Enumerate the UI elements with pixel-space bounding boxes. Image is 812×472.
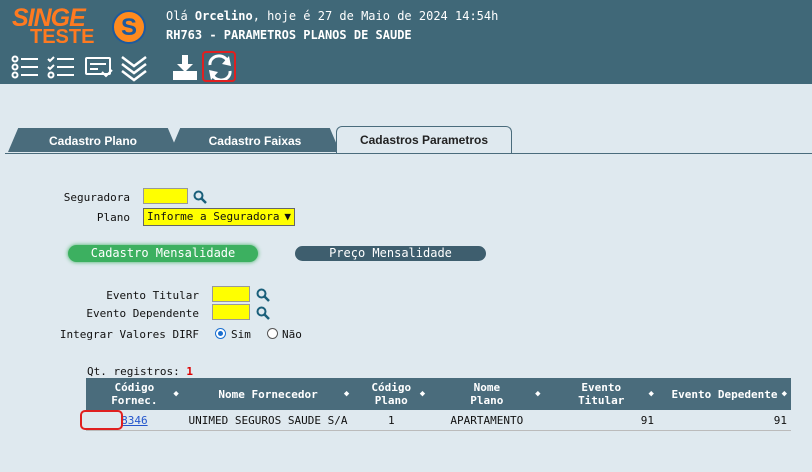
radio-sim-label: Sim (231, 328, 251, 341)
evento-dependente-cell: 91 (657, 410, 791, 431)
tab-cadastros-parametros[interactable]: Cadastros Parametros (336, 126, 512, 154)
radio-nao-label: Não (282, 328, 302, 341)
cadastro-mensalidade-button[interactable]: Cadastro Mensalidade (68, 245, 258, 262)
cod-plano-cell: 1 (353, 410, 430, 431)
evento-titular-input[interactable] (212, 286, 250, 302)
user-name: Orcelino (194, 9, 253, 23)
page-title: RH763 - PARAMETROS PLANOS DE SAUDE (166, 28, 412, 42)
evento-titular-cell: 91 (544, 410, 658, 431)
greeting: Olá Orcelino, hoje é 27 de Maio de 2024 … (166, 9, 499, 23)
tab-cadastro-faixas[interactable]: Cadastro Faixas (170, 128, 340, 152)
sort-icon: ◆ (535, 389, 541, 399)
nome-plano-cell: APARTAMENTO (429, 410, 545, 431)
evento-titular-label: Evento Titular (106, 289, 199, 302)
search-icon[interactable] (256, 306, 270, 320)
search-icon[interactable] (193, 190, 207, 204)
seguradora-label: Seguradora (63, 191, 130, 204)
chevron-down-icon: ▼ (284, 210, 291, 223)
cod-fornec-link[interactable]: 8346 (121, 414, 148, 427)
preco-mensalidade-button[interactable]: Preço Mensalidade (295, 246, 486, 261)
card-icon[interactable] (84, 53, 114, 83)
search-icon[interactable] (256, 288, 270, 302)
sort-icon: ◆ (343, 389, 350, 399)
column-header[interactable]: Evento Depedente ◆ (657, 378, 791, 410)
column-header[interactable]: Evento Titular ◆ (544, 378, 658, 410)
nome-fornecedor-cell: UNIMED SEGUROS SAUDE S/A (182, 410, 354, 431)
logo-mark-icon: S (112, 10, 146, 44)
record-count: Qt. registros: 1 (87, 365, 193, 378)
plano-label: Plano (96, 211, 130, 224)
radio-nao[interactable] (267, 328, 278, 339)
chevrons-down-icon[interactable] (119, 53, 149, 83)
integrar-dirf-label: Integrar Valores DIRF (59, 328, 199, 341)
sort-icon: ◆ (419, 389, 426, 399)
refresh-highlight (202, 51, 236, 82)
column-header[interactable]: Código Fornec. ◆ (86, 378, 183, 410)
seguradora-input[interactable] (143, 188, 188, 204)
row-highlight (80, 410, 123, 430)
checklist-icon[interactable] (46, 53, 76, 83)
sort-icon: ◆ (648, 389, 654, 399)
column-header[interactable]: Nome Plano ◆ (429, 378, 545, 410)
radio-sim[interactable] (215, 328, 226, 339)
download-icon[interactable] (170, 53, 200, 83)
evento-dependente-input[interactable] (212, 304, 250, 320)
plano-select[interactable]: Informe a Seguradora ▼ (143, 208, 295, 226)
record-count-value: 1 (186, 365, 193, 378)
sort-icon: ◆ (781, 389, 787, 399)
tab-cadastro-plano[interactable]: Cadastro Plano (8, 128, 178, 152)
list-icon[interactable] (10, 53, 40, 83)
app-logo-subtitle: TESTE (30, 26, 95, 48)
column-header[interactable]: Nome Fornecedor ◆ (182, 378, 354, 410)
results-table: Código Fornec. ◆ Nome Fornecedor ◆ Código Pl… (86, 378, 791, 431)
sort-icon: ◆ (173, 389, 179, 399)
app-header: SINGE TESTE S Olá Orcelino, hoje é 27 de… (0, 0, 812, 84)
table-row[interactable]: 8346 UNIMED SEGUROS SAUDE S/A 1 APARTAME… (86, 410, 791, 431)
tab-bar: Cadastro Plano Cadastro Faixas Cadastros… (6, 126, 812, 154)
column-header[interactable]: Código Plano ◆ (353, 378, 430, 410)
evento-dependente-label: Evento Dependente (86, 307, 199, 320)
